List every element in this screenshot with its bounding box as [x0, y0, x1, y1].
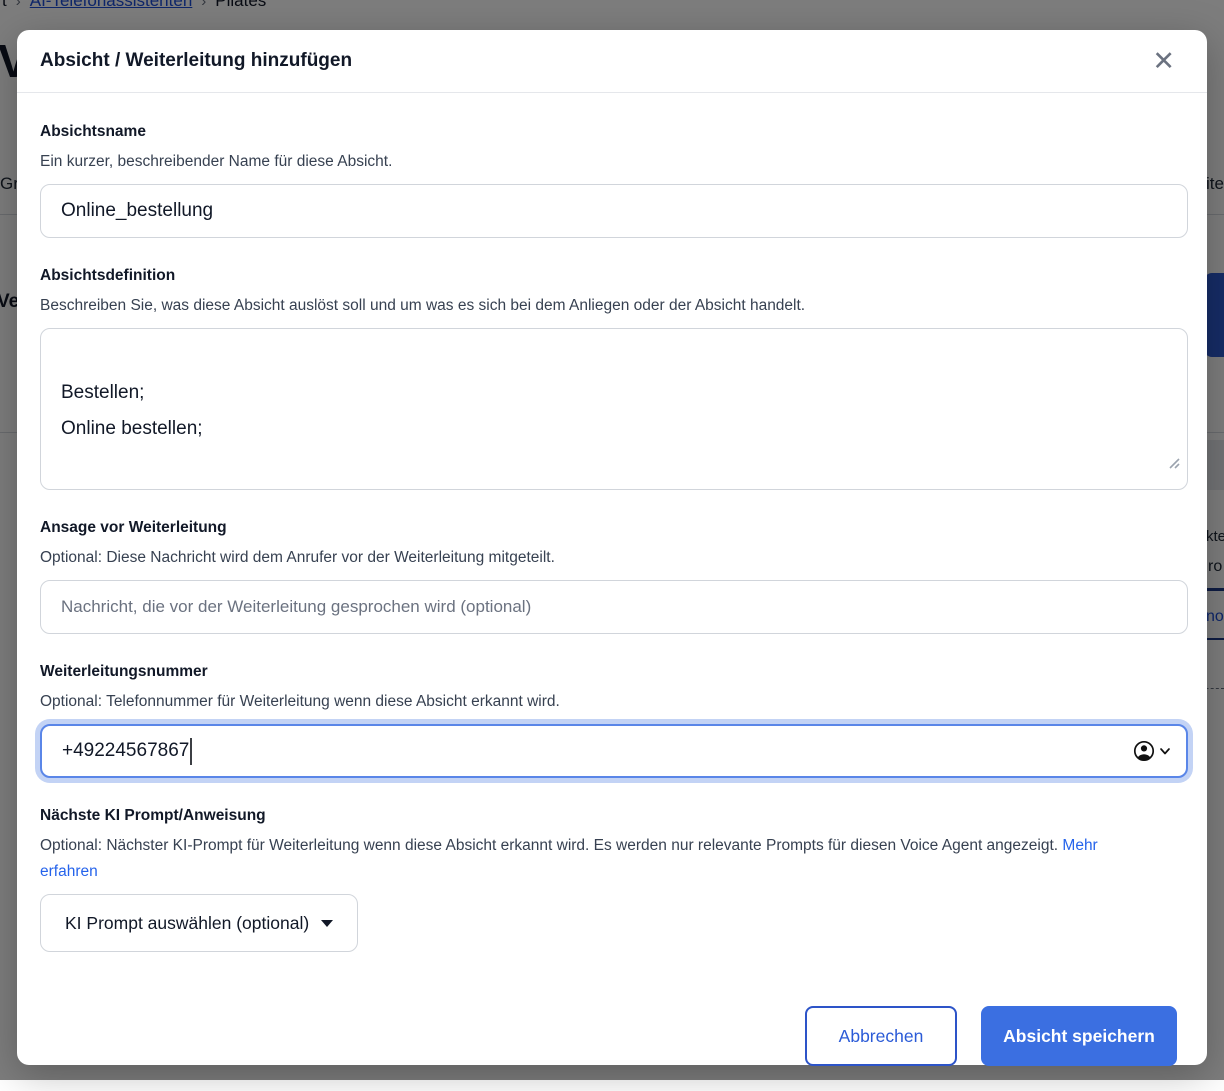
- modal-footer: Abbrechen Absicht speichern: [17, 981, 1207, 1091]
- forwarding-number-label: Weiterleitungsnummer: [40, 663, 1188, 681]
- intent-definition-textarea[interactable]: Bestellen; Online bestellen;: [40, 328, 1188, 490]
- close-icon[interactable]: ✕: [1146, 44, 1181, 79]
- field-next-prompt: Nächste KI Prompt/Anweisung Optional: Nä…: [40, 807, 1188, 952]
- modal-header: Absicht / Weiterleitung hinzufügen ✕: [17, 30, 1207, 93]
- intent-definition-helper: Beschreiben Sie, was diese Absicht auslö…: [40, 293, 1188, 319]
- intent-name-value: Online_bestellung: [61, 200, 213, 222]
- modal-body: Absichtsname Ein kurzer, beschreibender …: [17, 93, 1207, 981]
- dropdown-caret-icon: [321, 920, 333, 927]
- cancel-button[interactable]: Abbrechen: [805, 1006, 957, 1066]
- resize-handle-icon[interactable]: [1167, 410, 1180, 482]
- field-forwarding-number: Weiterleitungsnummer Optional: Telefonnu…: [40, 663, 1188, 778]
- chevron-down-icon: [1158, 744, 1172, 758]
- intent-name-label: Absichtsname: [40, 123, 1188, 141]
- intent-name-helper: Ein kurzer, beschreibender Name für dies…: [40, 149, 1188, 175]
- forwarding-number-input[interactable]: +49224567867: [40, 724, 1188, 778]
- announcement-label: Ansage vor Weiterleitung: [40, 519, 1188, 537]
- intent-definition-value: Bestellen; Online bestellen;: [61, 382, 203, 439]
- next-prompt-label: Nächste KI Prompt/Anweisung: [40, 807, 1188, 825]
- intent-definition-label: Absichtsdefinition: [40, 267, 1188, 285]
- announcement-input[interactable]: Nachricht, die vor der Weiterleitung ges…: [40, 580, 1188, 634]
- text-cursor: [190, 738, 192, 765]
- save-intent-button[interactable]: Absicht speichern: [981, 1006, 1177, 1066]
- ki-prompt-select[interactable]: KI Prompt auswählen (optional): [40, 894, 358, 952]
- add-intent-modal: Absicht / Weiterleitung hinzufügen ✕ Abs…: [17, 30, 1207, 1065]
- forwarding-number-helper: Optional: Telefonnummer für Weiterleitun…: [40, 689, 1188, 715]
- next-prompt-helper: Optional: Nächster KI-Prompt für Weiterl…: [40, 833, 1145, 885]
- field-announcement: Ansage vor Weiterleitung Optional: Diese…: [40, 519, 1188, 634]
- field-intent-definition: Absichtsdefinition Beschreiben Sie, was …: [40, 267, 1188, 490]
- announcement-placeholder: Nachricht, die vor der Weiterleitung ges…: [61, 597, 531, 617]
- announcement-helper: Optional: Diese Nachricht wird dem Anruf…: [40, 545, 1188, 571]
- next-prompt-helper-text: Optional: Nächster KI-Prompt für Weiterl…: [40, 837, 1058, 854]
- forwarding-number-value: +49224567867: [62, 740, 189, 762]
- modal-title: Absicht / Weiterleitung hinzufügen: [40, 50, 352, 72]
- intent-name-input[interactable]: Online_bestellung: [40, 184, 1188, 238]
- ki-prompt-select-value: KI Prompt auswählen (optional): [65, 913, 309, 934]
- contact-picker-button[interactable]: [1132, 739, 1172, 763]
- field-intent-name: Absichtsname Ein kurzer, beschreibender …: [40, 123, 1188, 238]
- contact-person-icon: [1132, 739, 1156, 763]
